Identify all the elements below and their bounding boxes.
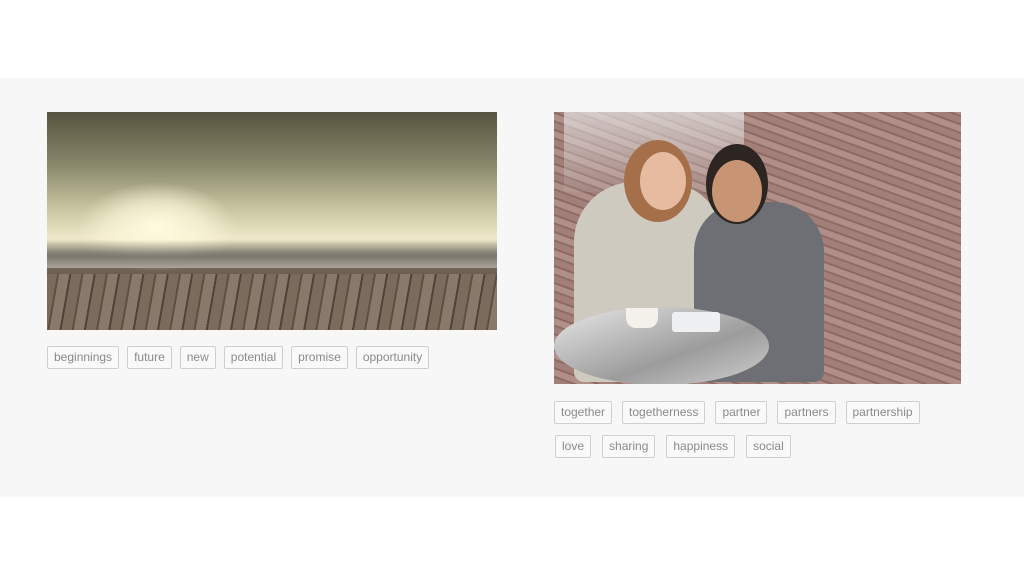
tag[interactable]: opportunity — [355, 346, 430, 369]
tag[interactable]: social — [746, 435, 791, 458]
skyline — [47, 240, 497, 268]
cafe-table — [554, 307, 769, 384]
city-skyline-photo[interactable] — [47, 112, 497, 330]
tag[interactable]: partnership — [845, 401, 920, 424]
tag[interactable]: new — [179, 346, 216, 369]
tag[interactable]: future — [127, 346, 172, 369]
couple-cafe-photo[interactable] — [554, 112, 961, 384]
tag-list-right-row1: together togetherness partner partners p… — [554, 401, 920, 424]
man-face — [712, 160, 762, 222]
phone — [672, 312, 720, 332]
wooden-deck — [47, 274, 497, 330]
tag[interactable]: beginnings — [47, 346, 120, 369]
tag-list-right-row2: love sharing happiness social — [555, 435, 791, 458]
tag[interactable]: promise — [291, 346, 348, 369]
tag[interactable]: potential — [223, 346, 284, 369]
coffee-cup — [626, 308, 658, 328]
tag[interactable]: happiness — [666, 435, 736, 458]
tag[interactable]: together — [554, 401, 613, 424]
tag[interactable]: togetherness — [622, 401, 706, 424]
tag[interactable]: love — [555, 435, 592, 458]
woman-face — [640, 152, 686, 210]
tag[interactable]: sharing — [602, 435, 656, 458]
tag[interactable]: partners — [777, 401, 836, 424]
tag-list-left: beginnings future new potential promise … — [47, 346, 430, 369]
tag[interactable]: partner — [715, 401, 768, 424]
